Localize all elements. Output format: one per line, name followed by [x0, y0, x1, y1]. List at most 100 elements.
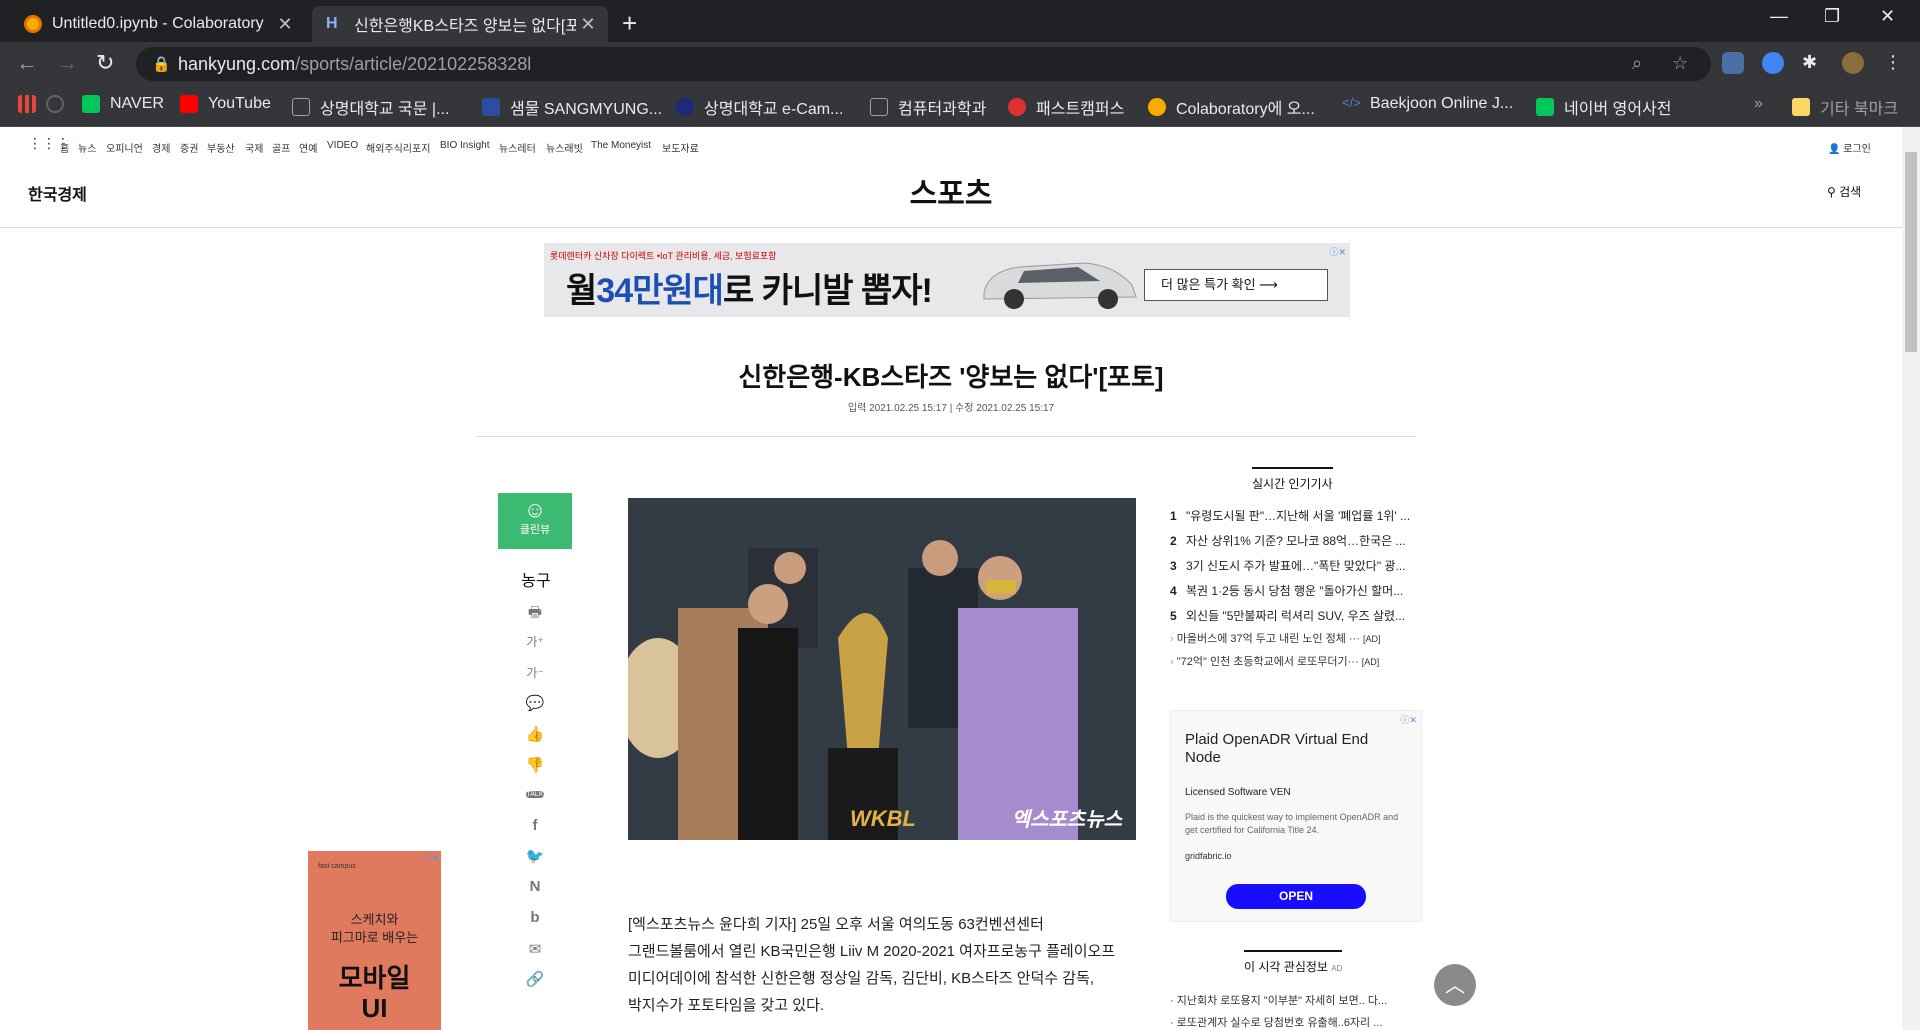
popular-item[interactable]: 4 복권 1·2등 동시 당첨 행운 "돌아가신 할머... [1170, 582, 1420, 599]
bookmark-naver[interactable]: NAVER [82, 95, 164, 113]
other-bookmarks[interactable]: 기타 북마크 [1792, 95, 1898, 119]
close-icon[interactable]: ✕ [576, 14, 600, 35]
search-button[interactable]: ⚲ 검색 [1827, 183, 1861, 200]
minimize-icon[interactable]: — [1770, 6, 1788, 27]
bookmark-sangmyung[interactable]: 샘물 SANGMYUNG... [482, 95, 662, 119]
topnav-item[interactable]: 연예 [299, 140, 317, 155]
scrollbar-thumb[interactable] [1905, 152, 1917, 352]
login-link[interactable]: 👤 로그인 [1828, 140, 1871, 155]
url-text[interactable]: hankyung.com/sports/article/202102258328… [178, 54, 531, 75]
close-icon[interactable]: ✕ [273, 14, 297, 35]
url-domain: hankyung.com [178, 54, 296, 74]
topnav-item[interactable]: 홈 [60, 140, 69, 155]
bookmark-blocked[interactable] [46, 95, 74, 113]
article-line: 박지수가 포토타임을 갖고 있다. [628, 997, 825, 1014]
user-icon: 👤 [1828, 144, 1841, 155]
side-ad-text: 스케치와 피그마로 배우는 [308, 911, 441, 947]
popular-item[interactable]: 5 외신들 "5만불짜리 럭셔리 SUV, 우즈 살렸... [1170, 607, 1420, 624]
banner-ad-cta[interactable]: 더 많은 특가 확인 ⟶ [1144, 269, 1328, 301]
email-icon[interactable]: ✉ [524, 940, 546, 958]
zoom-icon[interactable]: ⌕ [1632, 53, 1642, 74]
profile-avatar[interactable] [1842, 52, 1864, 74]
forward-icon[interactable]: → [56, 50, 78, 76]
restore-icon[interactable]: ❐ [1824, 6, 1840, 27]
bookmark-star-icon[interactable]: ☆ [1672, 53, 1688, 74]
popular-item[interactable]: 2 자산 상위1% 기준? 모나코 88억…한국은 ... [1170, 532, 1420, 549]
ad-tag: [AD] [1361, 657, 1380, 667]
plaid-ad[interactable]: ⓘ✕ Plaid OpenADR Virtual End Node Licens… [1170, 710, 1422, 922]
popular-item[interactable]: 1 "유령도시될 판"…지난해 서울 '폐업률 1위' ... [1170, 507, 1420, 524]
banner-ad-small-text: 롯데렌터카 신차장 다이렉트 •IoT 관리비용, 세금, 보험료포함 [550, 251, 777, 261]
bookmark-baekjoon[interactable]: </> Baekjoon Online J... [1342, 95, 1513, 113]
topnav-item[interactable]: VIDEO [327, 140, 358, 151]
bookmark-youtube[interactable]: YouTube [180, 95, 271, 113]
print-icon[interactable]: 🖶 [524, 602, 546, 627]
page-scrollbar[interactable] [1902, 127, 1920, 1030]
topnav-item[interactable]: The Moneyist [591, 140, 651, 151]
ad-close-icon[interactable]: ⓘ✕ [1329, 245, 1346, 258]
thumbs-up-icon[interactable]: 👍 [524, 725, 546, 743]
twitter-icon[interactable]: 🐦 [524, 847, 546, 865]
colab-icon [1148, 98, 1166, 116]
window-close-icon[interactable]: ✕ [1880, 6, 1895, 27]
topnav-item[interactable]: 뉴스래빗 [546, 140, 583, 155]
menu-kebab-icon[interactable]: ⋮ [1884, 52, 1906, 74]
tab-colab[interactable]: Untitled0.ipynb - Colaboratory ✕ [10, 6, 305, 42]
topnav-item[interactable]: 해외주식리포지 [366, 140, 430, 155]
banner-ad[interactable]: 롯데렌터카 신차장 다이렉트 •IoT 관리비용, 세금, 보험료포함 월34만… [544, 243, 1350, 317]
bookmark-fastcampus[interactable]: 패스트캠퍼스 [1008, 95, 1124, 119]
extension-icon[interactable] [1722, 52, 1744, 74]
section-title[interactable]: 스포츠 [0, 169, 1902, 213]
thumbs-down-icon[interactable]: 👎 [524, 756, 546, 774]
extensions-puzzle-icon[interactable]: ✱ [1802, 52, 1824, 74]
ad-link[interactable]: › 마을버스에 37억 두고 내린 노인 정체 ··· [AD] [1170, 630, 1420, 646]
link-icon[interactable]: 🔗 [524, 970, 546, 988]
colab-icon [24, 15, 42, 33]
open-button[interactable]: OPEN [1226, 884, 1366, 909]
topnav-item[interactable]: 경제 [152, 140, 170, 155]
interest-item[interactable]: · 로또관계자 실수로 당첨번호 유출해..6자리 ... [1170, 1014, 1415, 1030]
cloud-extension-icon[interactable] [1762, 52, 1784, 74]
popular-item[interactable]: 3 3기 신도시 주가 발표에…"폭탄 맞았다" 광... [1170, 557, 1420, 574]
topnav-item[interactable]: 뉴스 [78, 140, 96, 155]
interest-item[interactable]: · 지난회차 로또용지 "이부분" 자세히 보면.. 다... [1170, 992, 1415, 1008]
reload-icon[interactable]: ↻ [96, 50, 114, 76]
bookmark-naver-dict[interactable]: 네이버 영어사전 [1536, 95, 1672, 119]
bookmark-ecampus[interactable]: 상명대학교 e-Cam... [676, 95, 843, 119]
bookmark-smu[interactable]: 상명대학교 국문 |... [292, 95, 449, 119]
clean-view-button[interactable]: ☺ 클린뷰 [498, 493, 572, 549]
font-increase-icon[interactable]: 가⁺ [524, 633, 546, 650]
topnav-item[interactable]: 뉴스레터 [499, 140, 536, 155]
ad-close-icon[interactable]: ⓘ✕ [422, 851, 439, 864]
topnav-item[interactable]: BIO Insight [440, 140, 489, 151]
ad-close-icon[interactable]: ⓘ✕ [1400, 713, 1417, 726]
comment-icon[interactable]: 💬 [524, 694, 546, 712]
facebook-icon[interactable]: f [524, 817, 546, 834]
band-icon[interactable]: b [524, 909, 546, 926]
topnav-item[interactable]: 증권 [180, 140, 198, 155]
bookmark-apps[interactable] [18, 95, 46, 113]
plaid-ad-sponsor: Licensed Software VEN [1185, 787, 1291, 798]
ad-link[interactable]: › "72억" 인천 초등학교에서 로또무더기··· [AD] [1170, 653, 1420, 669]
naver-icon[interactable]: N [524, 878, 546, 895]
new-tab-button[interactable]: + [622, 8, 637, 39]
bookmark-cs[interactable]: 컴퓨터과학과 [870, 95, 986, 119]
address-bar[interactable]: 🔒 hankyung.com/sports/article/2021022583… [136, 47, 1711, 81]
topnav-item[interactable]: 골프 [272, 140, 290, 155]
font-decrease-icon[interactable]: 가⁻ [524, 664, 546, 681]
back-icon[interactable]: ← [16, 50, 38, 76]
topnav-item[interactable]: 오피니언 [106, 140, 143, 155]
popular-rank: 3 [1170, 559, 1177, 573]
kakaotalk-icon[interactable]: TALK [526, 791, 544, 798]
divider [476, 436, 1416, 437]
side-ad[interactable]: fast campus 스케치와 피그마로 배우는 모바일 UI ⓘ✕ [308, 851, 441, 1030]
topnav-item[interactable]: 보도자료 [662, 140, 699, 155]
tab-hankyung[interactable]: H 신한은행KB스타즈 양보는 없다[포 ✕ [312, 6, 608, 42]
bookmark-colab[interactable]: Colaboratory에 오... [1148, 95, 1315, 119]
search-label: 검색 [1839, 185, 1862, 199]
topnav-item[interactable]: 국제 [245, 140, 263, 155]
scroll-to-top-button[interactable]: ︿ [1434, 964, 1476, 1006]
topnav-item[interactable]: 부동산 [207, 140, 235, 155]
side-ad-line: 피그마로 배우는 [330, 930, 419, 945]
more-bookmarks-button[interactable]: » [1754, 95, 1763, 113]
